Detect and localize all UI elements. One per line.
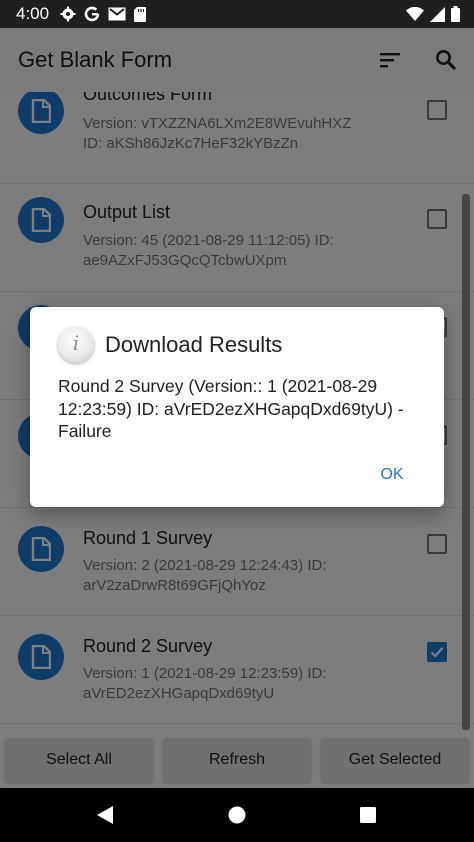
gmail-icon: [108, 7, 126, 21]
ok-button[interactable]: OK: [370, 461, 414, 489]
status-left-icons: [60, 6, 146, 22]
gear-icon: [60, 6, 76, 22]
status-bar: 4:00: [0, 0, 474, 28]
signal-icon: [430, 6, 445, 22]
download-results-dialog: i Download Results Round 2 Survey (Versi…: [30, 307, 444, 507]
sd-card-icon: [134, 6, 146, 22]
status-right-icons: [406, 6, 460, 22]
back-icon[interactable]: [96, 805, 114, 825]
dialog-message: Round 2 Survey (Version:: 1 (2021-08-29 …: [58, 376, 404, 441]
wifi-icon: [406, 7, 424, 21]
dialog-title: Download Results: [105, 332, 283, 357]
recents-icon[interactable]: [359, 806, 377, 824]
navigation-bar: [0, 788, 474, 842]
google-icon: [84, 6, 100, 22]
home-icon[interactable]: [227, 805, 247, 825]
info-icon: i: [58, 327, 94, 363]
battery-icon: [451, 6, 460, 22]
status-time: 4:00: [16, 4, 50, 23]
